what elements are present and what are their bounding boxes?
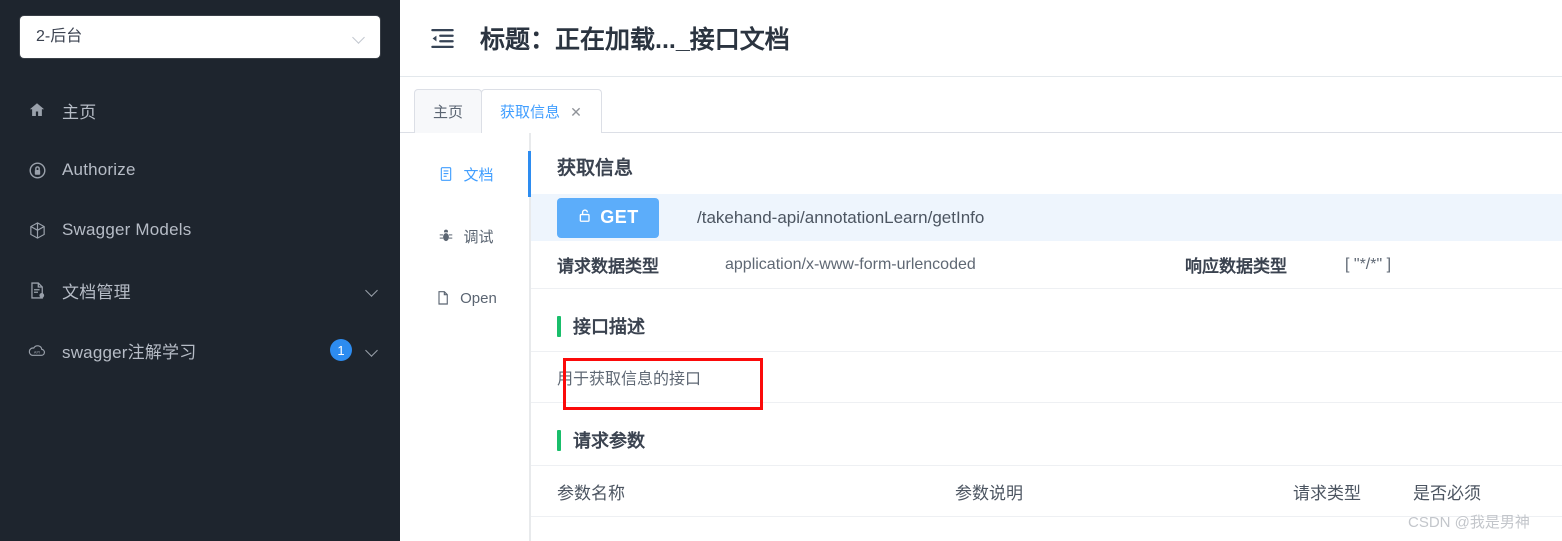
vtab-open[interactable]: Open [400,267,531,329]
sidebar-item-badge: 1 [330,339,352,361]
unlock-icon [577,207,593,229]
sidebar-item-label: 文档管理 [62,282,131,302]
lock-icon [26,159,48,181]
sidebar-item-home[interactable]: 主页 [0,80,400,140]
http-method-badge: GET [557,197,659,238]
description-title: 接口描述 [573,317,645,337]
chevron-down-icon[interactable] [366,344,378,356]
tab-get-info[interactable]: 获取信息 ✕ [481,89,603,133]
document-icon [437,166,454,183]
sidebar-item-label: 主页 [62,102,97,122]
project-select[interactable]: 2-后台 [20,16,380,58]
response-type-value: [ "*/*" ] [1345,255,1392,273]
api-description-row: 用于获取信息的接口 [531,351,1562,403]
document-gear-icon [26,279,48,301]
main-pane: 标题：正在加载..._接口文档 主页 获取信息 ✕ 文档 调试 Open 获取信… [400,0,1562,541]
sidebar-item-label: swagger注解学习 [62,342,197,362]
bug-icon [437,228,454,245]
vtab-label: Open [460,289,497,307]
tab-label: 主页 [433,104,464,121]
api-meta-row: 请求数据类型 application/x-www-form-urlencoded… [531,241,1562,289]
tab-strip: 主页 获取信息 ✕ [400,77,1562,133]
params-title: 请求参数 [573,431,645,451]
cloud-api-icon: API [26,339,48,361]
sidebar: 2-后台 主页 Authorize Swagger Models 文档管理 AP… [0,0,400,541]
topbar: 标题：正在加载..._接口文档 [400,0,1562,77]
vtab-label: 调试 [463,228,494,246]
api-document-panel: 获取信息 GET /takehand-api/annotationLearn/g… [531,133,1562,541]
request-type-label: 请求数据类型 [557,257,659,276]
content-body: 文档 调试 Open 获取信息 GET /takehand-api/annota… [400,133,1562,541]
sidebar-nav: 主页 Authorize Swagger Models 文档管理 API swa… [0,80,400,380]
api-description-value: 用于获取信息的接口 [557,371,702,388]
project-select-value: 2-后台 [36,28,83,45]
sidebar-item-document-management[interactable]: 文档管理 [0,260,400,320]
sidebar-item-label: Swagger Models [62,220,192,239]
chevron-down-icon[interactable] [366,284,378,296]
svg-text:API: API [34,351,40,355]
page-title: 标题：正在加载..._接口文档 [480,26,790,54]
section-accent-bar [557,315,561,337]
section-accent-bar [557,429,561,451]
params-block-title: 请求参数 [531,403,1562,465]
home-icon [26,99,48,121]
api-endpoint-row: GET /takehand-api/annotationLearn/getInf… [531,194,1562,241]
sidebar-item-swagger-annotation-learn[interactable]: API swagger注解学习 1 [0,320,400,380]
request-type-value: application/x-www-form-urlencoded [725,255,976,273]
close-icon[interactable]: ✕ [569,105,583,119]
tab-home[interactable]: 主页 [414,89,483,133]
api-section-title: 获取信息 [557,158,634,179]
app-root: 2-后台 主页 Authorize Swagger Models 文档管理 AP… [0,0,1562,541]
file-icon [434,290,451,307]
sidebar-item-right [366,284,378,296]
vtab-document[interactable]: 文档 [400,143,531,205]
sidebar-item-authorize[interactable]: Authorize [0,140,400,200]
sidebar-item-right: 1 [330,339,378,361]
vtab-label: 文档 [463,166,494,184]
cube-icon [26,219,48,241]
vtab-debug[interactable]: 调试 [400,205,531,267]
vertical-tab-list: 文档 调试 Open [400,133,531,541]
column-header-required: 是否必须 [1413,483,1481,503]
api-url: /takehand-api/annotationLearn/getInfo [697,207,985,227]
tab-label: 获取信息 [500,104,561,121]
column-header-request-type: 请求类型 [1293,483,1361,503]
column-header-param-desc: 参数说明 [955,483,1023,503]
column-header-param-name: 参数名称 [557,483,625,503]
sidebar-item-swagger-models[interactable]: Swagger Models [0,200,400,260]
chevron-down-icon [353,31,366,44]
sidebar-item-label: Authorize [62,160,136,179]
params-table-header: 参数名称 参数说明 请求类型 是否必须 [531,465,1562,517]
http-method-label: GET [600,207,639,227]
response-type-label: 响应数据类型 [1185,257,1287,276]
menu-fold-icon[interactable] [426,22,458,54]
description-block-title: 接口描述 [531,289,1562,351]
